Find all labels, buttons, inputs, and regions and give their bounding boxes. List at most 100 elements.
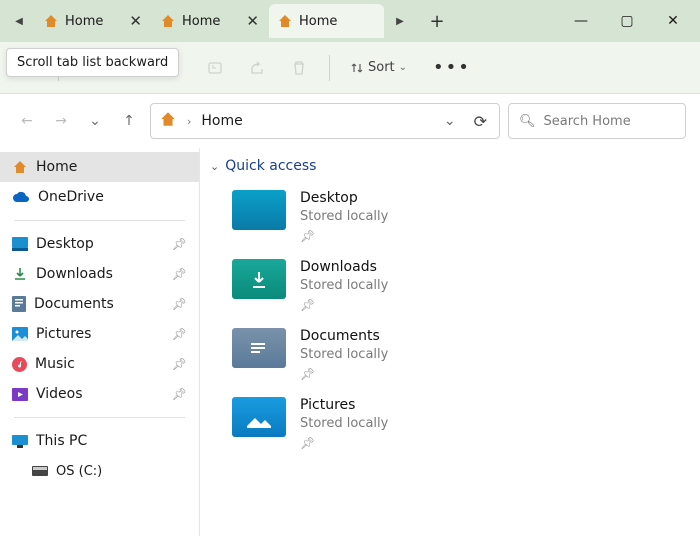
sidebar-item-label: Home <box>36 159 77 175</box>
tab-home-1[interactable]: Home ✕ <box>35 4 150 38</box>
pin-icon: 📌︎ <box>172 237 187 251</box>
tab-label: Home <box>65 14 103 29</box>
content-pane: ⌄ Quick access Desktop Stored locally 📌︎… <box>200 148 700 536</box>
home-icon <box>12 159 28 175</box>
tab-label: Home <box>299 14 337 29</box>
refresh-button[interactable]: ⟳ <box>470 112 491 131</box>
folder-downloads-icon <box>232 259 286 299</box>
tab-home-2[interactable]: Home ✕ <box>152 4 267 38</box>
home-icon <box>277 13 293 29</box>
search-icon: 🔍︎ <box>519 114 536 129</box>
drive-icon <box>32 466 48 476</box>
chevron-left-icon: ◀ <box>15 16 23 27</box>
window-controls: — ▢ ✕ <box>558 5 696 37</box>
maximize-icon: ▢ <box>620 13 633 29</box>
new-tab-button[interactable]: + <box>421 5 453 37</box>
tooltip: Scroll tab list backward <box>6 48 179 77</box>
picture-icon <box>12 327 28 341</box>
home-icon <box>160 13 176 29</box>
sort-icon <box>350 61 364 75</box>
music-icon <box>12 357 27 372</box>
toolbar-divider <box>329 55 330 81</box>
item-title: Pictures <box>300 397 388 413</box>
quick-access-item-pictures[interactable]: Pictures Stored locally 📌︎ <box>204 389 696 458</box>
sidebar-item-desktop[interactable]: Desktop 📌︎ <box>0 229 199 259</box>
pin-icon: 📌︎ <box>172 297 187 311</box>
navigation-sidebar: Home OneDrive Desktop 📌︎ Downloads 📌︎ Do… <box>0 148 200 536</box>
tab-home-3[interactable]: Home <box>269 4 384 38</box>
item-subtitle: Stored locally <box>300 209 388 224</box>
up-button[interactable]: ↑ <box>116 105 142 137</box>
pin-icon: 📌︎ <box>172 267 187 281</box>
sidebar-item-label: OS (C:) <box>56 464 102 479</box>
tab-label: Home <box>182 14 220 29</box>
sidebar-item-videos[interactable]: Videos 📌︎ <box>0 379 199 409</box>
search-input[interactable]: 🔍︎ Search Home <box>508 103 686 139</box>
sidebar-item-onedrive[interactable]: OneDrive <box>0 182 199 212</box>
video-icon <box>12 388 28 401</box>
share-button[interactable] <box>247 58 267 78</box>
folder-desktop-icon <box>232 190 286 230</box>
sort-label: Sort <box>368 60 395 75</box>
item-subtitle: Stored locally <box>300 347 388 362</box>
pin-icon: 📌︎ <box>172 327 187 341</box>
sidebar-item-home[interactable]: Home <box>0 152 199 182</box>
quick-access-item-documents[interactable]: Documents Stored locally 📌︎ <box>204 320 696 389</box>
sidebar-item-label: This PC <box>36 433 87 449</box>
breadcrumb-home[interactable]: Home <box>201 113 242 129</box>
pin-icon: 📌︎ <box>172 357 187 371</box>
search-placeholder: Search Home <box>544 114 631 129</box>
main-split: Home OneDrive Desktop 📌︎ Downloads 📌︎ Do… <box>0 148 700 536</box>
item-subtitle: Stored locally <box>300 416 388 431</box>
quick-access-item-desktop[interactable]: Desktop Stored locally 📌︎ <box>204 182 696 251</box>
arrow-right-icon: → <box>55 113 67 129</box>
sidebar-item-music[interactable]: Music 📌︎ <box>0 349 199 379</box>
sidebar-item-pictures[interactable]: Pictures 📌︎ <box>0 319 199 349</box>
item-title: Downloads <box>300 259 388 275</box>
document-icon <box>12 296 26 312</box>
close-window-button[interactable]: ✕ <box>650 5 696 37</box>
pin-icon: 📌︎ <box>300 229 388 243</box>
forward-button[interactable]: → <box>48 105 74 137</box>
sidebar-item-thispc[interactable]: This PC <box>0 426 199 456</box>
sidebar-item-label: Downloads <box>36 266 113 282</box>
scroll-tabs-back-button[interactable]: ◀ <box>4 6 34 36</box>
quick-access-header[interactable]: ⌄ Quick access <box>204 158 696 182</box>
back-button[interactable]: ← <box>14 105 40 137</box>
chevron-down-icon: ⌄ <box>89 113 101 129</box>
quick-access-item-downloads[interactable]: Downloads Stored locally 📌︎ <box>204 251 696 320</box>
maximize-button[interactable]: ▢ <box>604 5 650 37</box>
sidebar-item-downloads[interactable]: Downloads 📌︎ <box>0 259 199 289</box>
close-icon: ✕ <box>667 13 679 29</box>
minimize-button[interactable]: — <box>558 5 604 37</box>
pin-icon: 📌︎ <box>300 298 388 312</box>
home-icon <box>159 110 177 132</box>
desktop-icon <box>12 237 28 251</box>
arrow-up-icon: ↑ <box>123 113 135 129</box>
close-tab-button[interactable]: ✕ <box>246 12 259 30</box>
address-bar[interactable]: › Home ⌄ ⟳ <box>150 103 500 139</box>
sidebar-item-documents[interactable]: Documents 📌︎ <box>0 289 199 319</box>
minimize-icon: — <box>574 13 588 29</box>
cloud-icon <box>12 191 30 203</box>
delete-button[interactable] <box>289 58 309 78</box>
pin-icon: 📌︎ <box>300 436 388 450</box>
sidebar-item-label: Documents <box>34 296 114 312</box>
recent-locations-button[interactable]: ⌄ <box>82 105 108 137</box>
home-icon <box>43 13 59 29</box>
sidebar-item-osdrive[interactable]: OS (C:) <box>0 456 199 486</box>
sort-button[interactable]: Sort ⌄ <box>350 60 407 75</box>
close-tab-button[interactable]: ✕ <box>129 12 142 30</box>
section-title: Quick access <box>225 158 316 174</box>
pc-icon <box>12 435 28 448</box>
breadcrumb-separator-icon: › <box>183 115 195 128</box>
sidebar-divider <box>14 417 185 418</box>
sidebar-item-label: OneDrive <box>38 189 104 205</box>
nav-row: ← → ⌄ ↑ › Home ⌄ ⟳ 🔍︎ Search Home <box>0 94 700 148</box>
scroll-tabs-forward-button[interactable]: ▶ <box>385 6 415 36</box>
rename-button[interactable] <box>205 58 225 78</box>
more-options-button[interactable]: ••• <box>433 57 471 78</box>
address-dropdown-button[interactable]: ⌄ <box>436 113 464 129</box>
chevron-down-icon: ⌄ <box>399 62 407 73</box>
sidebar-divider <box>14 220 185 221</box>
